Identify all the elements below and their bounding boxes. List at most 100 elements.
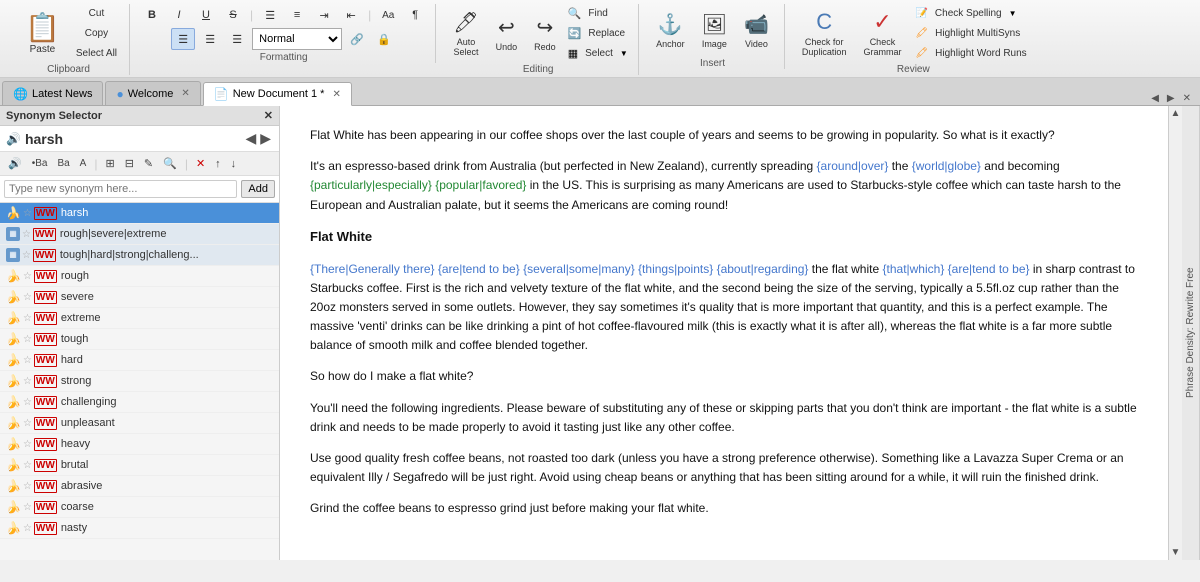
highlight-word-runs-button[interactable]: Highlight Word Runs [930,44,1032,62]
highlight-multisyns-button[interactable]: Highlight MultiSyns [930,24,1025,42]
align-left-button[interactable]: ☰ [171,28,195,50]
list-item[interactable]: 🍌 ☆ WW tough [0,329,279,350]
underline-button[interactable]: U [194,4,218,26]
indent-button[interactable]: ⇥ [312,4,336,26]
syn-tb-btn8[interactable]: 🔍 [159,155,181,172]
tab-nav-left[interactable]: ◀ [1148,92,1162,105]
list-item[interactable]: 🍌 ☆ WW challenging [0,392,279,413]
list-item[interactable]: 🍌 ☆ WW brutal [0,455,279,476]
scroll-up-button[interactable]: ▲ [1169,106,1183,121]
list-item[interactable]: 🍌 ☆ WW abrasive [0,476,279,497]
tab-nav-close[interactable]: ✕ [1180,92,1194,105]
align-right-button[interactable]: ☰ [225,28,249,50]
list-item[interactable]: 🍌 ☆ WW heavy [0,434,279,455]
syn-tb-btn7[interactable]: ✎ [140,155,157,172]
ww-icon: WW [34,438,57,451]
synonym-toolbar: 🔊 •Ba Ba A | ⊞ ⊟ ✎ 🔍 | ✕ ↑ ↓ [0,152,279,176]
star-icon: ☆ [22,250,31,261]
tab-latest-news[interactable]: 🌐 Latest News [2,81,103,105]
welcome-tab-label: Welcome [128,88,174,100]
list-item[interactable]: 🍌 ☆ WW hard [0,350,279,371]
tab-new-document[interactable]: 📄 New Document 1 * ✕ [203,82,352,106]
new-doc-tab-icon: 📄 [214,87,229,101]
copy-button[interactable]: Copy [72,24,121,42]
syn-tb-btn11[interactable]: ↓ [227,156,241,172]
link-button[interactable]: 🔗 [345,28,369,50]
text-case-button[interactable]: Aa [376,4,400,26]
syn-tb-btn6[interactable]: ⊟ [121,155,138,172]
star-icon: ☆ [23,334,32,345]
synonym-add-button[interactable]: Add [241,180,275,198]
check-duplication-button[interactable]: C Check for Duplication [795,7,854,59]
editing-label: Editing [523,64,554,75]
latest-news-tab-icon: 🌐 [13,87,28,101]
syn-tb-speaker[interactable]: 🔊 [4,155,26,172]
new-doc-tab-close[interactable]: ✕ [332,89,340,100]
syn-tb-ba[interactable]: •Ba [28,156,52,171]
image-button[interactable]: 🖼 Image [695,4,734,56]
select-all-button[interactable]: Select All [72,44,121,62]
welcome-tab-close[interactable]: ✕ [181,88,189,99]
strikethrough-button[interactable]: S [221,4,245,26]
anchor-button[interactable]: ⚓ Anchor [649,4,692,56]
paragraph-5: You'll need the following ingredients. P… [310,399,1138,437]
syn-tb-btn5[interactable]: ⊞ [101,155,118,172]
list-item[interactable]: ▦ ☆ WW rough|severe|extreme [0,224,279,245]
scroll-down-button[interactable]: ▼ [1169,545,1183,560]
synonym-search-input[interactable] [4,180,237,198]
check-spelling-button[interactable]: Check Spelling [930,4,1007,22]
syn-tb-Ba[interactable]: Ba [53,156,73,171]
italic-button[interactable]: I [167,4,191,26]
list-item[interactable]: 🍌 ☆ WW harsh [0,203,279,224]
list-item[interactable]: 🍌 ☆ WW extreme [0,308,279,329]
syn-tb-btn9[interactable]: ✕ [192,155,209,172]
replace-icon: 🔄 [568,27,582,40]
tab-nav-buttons: ◀ ▶ ✕ [1148,92,1198,105]
syn-item-text: coarse [61,501,273,513]
redo-button[interactable]: ↪ Redo [527,7,563,59]
spell-dropdown-icon[interactable]: ▼ [1009,9,1017,18]
bullets-button[interactable]: ☰ [258,4,282,26]
video-button[interactable]: 📹 Video [737,4,776,56]
align-center-button[interactable]: ☰ [198,28,222,50]
list-item[interactable]: 🍌 ☆ WW nasty [0,518,279,539]
select-button[interactable]: Select [580,44,618,62]
list-item[interactable]: ▦ ☆ WW tough|hard|strong|challeng... [0,245,279,266]
paste-button[interactable]: 📋 Paste [16,8,69,58]
banana-icon: 🍌 [6,311,21,325]
syn-tb-btn10[interactable]: ↑ [211,156,225,172]
auto-select-button[interactable]: 🖊 Auto Select [446,7,485,59]
banana-icon: 🍌 [6,458,21,472]
check-grammar-button[interactable]: ✓ Check Grammar [856,7,908,59]
ww-icon: WW [34,312,57,325]
select-dropdown-icon[interactable]: ▼ [620,49,628,58]
synonym-prev-btn[interactable]: ◀ [243,130,258,147]
formatting-row2: ☰ ☰ ☰ Normal Heading 1 Heading 2 🔗 🔒 [171,28,396,50]
list-item[interactable]: 🍌 ☆ WW unpleasant [0,413,279,434]
pilcrow-button[interactable]: ¶ [403,4,427,26]
synonym-next-btn[interactable]: ▶ [258,130,273,147]
syn-tb-A[interactable]: A [76,156,91,171]
bold-button[interactable]: B [140,4,164,26]
undo-button[interactable]: ↩ Undo [489,7,525,59]
synonym-panel-close[interactable]: ✕ [264,109,273,122]
style-dropdown[interactable]: Normal Heading 1 Heading 2 [252,28,342,50]
paragraph-6: Use good quality fresh coffee beans, not… [310,449,1138,487]
document-scroll-area[interactable]: Flat White has been appearing in our cof… [280,106,1168,560]
tab-nav-right[interactable]: ▶ [1164,92,1178,105]
paragraph-4: So how do I make a flat white? [310,367,1138,386]
find-button[interactable]: Find [583,4,612,22]
star-icon: ☆ [23,397,32,408]
tab-welcome[interactable]: ● Welcome ✕ [105,81,200,105]
lock-button[interactable]: 🔒 [372,28,396,50]
list-item[interactable]: 🍌 ☆ WW rough [0,266,279,287]
outdent-button[interactable]: ⇤ [339,4,363,26]
list-item[interactable]: 🍌 ☆ WW severe [0,287,279,308]
synonym-panel-header: Synonym Selector ✕ [0,106,279,126]
list-item[interactable]: 🍌 ☆ WW strong [0,371,279,392]
ww-icon: WW [33,249,56,262]
replace-button[interactable]: Replace [583,24,630,42]
cut-button[interactable]: Cut [72,4,121,22]
list-item[interactable]: 🍌 ☆ WW coarse [0,497,279,518]
numbered-button[interactable]: ≡ [285,4,309,26]
